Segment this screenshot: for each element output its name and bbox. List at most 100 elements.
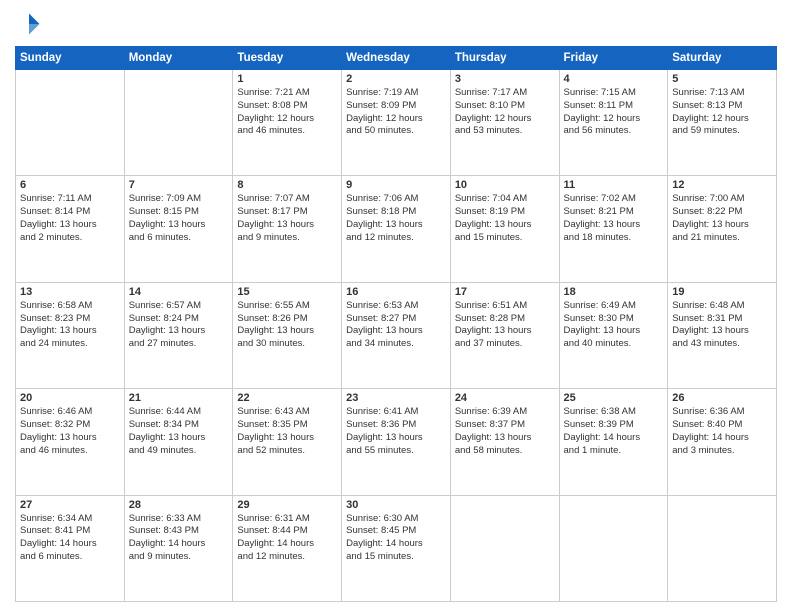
day-number: 13	[20, 286, 120, 298]
calendar-cell: 8Sunrise: 7:07 AMSunset: 8:17 PMDaylight…	[233, 176, 342, 282]
day-number: 16	[346, 286, 446, 298]
calendar-cell	[450, 495, 559, 601]
calendar-cell: 9Sunrise: 7:06 AMSunset: 8:18 PMDaylight…	[342, 176, 451, 282]
day-content: Sunrise: 7:21 AMSunset: 8:08 PMDaylight:…	[237, 87, 337, 138]
calendar-cell: 14 Sunrise: 6:57 AMSunset: 8:24 PMDayligh…	[124, 282, 233, 388]
calendar-cell	[16, 70, 125, 176]
day-content: Sunrise: 7:17 AMSunset: 8:10 PMDaylight:…	[455, 87, 555, 138]
day-number: 15	[237, 286, 337, 298]
day-content: Sunrise: 6:51 AMSunset: 8:28 PMDaylight:…	[455, 300, 555, 351]
day-content: Sunrise: 6:58 AMSunset: 8:23 PMDaylight:…	[20, 300, 120, 351]
day-number: 27	[20, 499, 120, 511]
day-content: Sunrise: 6:34 AMSunset: 8:41 PMDaylight:…	[20, 513, 120, 564]
day-content: Sunrise: 6:57 AMSunset: 8:24 PMDaylight:…	[129, 300, 229, 351]
day-number: 7	[129, 179, 229, 191]
day-number: 12	[672, 179, 772, 191]
day-number: 21	[129, 392, 229, 404]
day-number: 10	[455, 179, 555, 191]
calendar-cell: 17Sunrise: 6:51 AMSunset: 8:28 PMDayligh…	[450, 282, 559, 388]
calendar-header-wednesday: Wednesday	[342, 47, 451, 70]
day-content: Sunrise: 7:02 AMSunset: 8:21 PMDaylight:…	[564, 193, 664, 244]
day-number: 24	[455, 392, 555, 404]
day-number: 29	[237, 499, 337, 511]
calendar-cell: 16 Sunrise: 6:53 AMSunset: 8:27 PMDayligh…	[342, 282, 451, 388]
day-number: 4	[564, 73, 664, 85]
calendar-cell: 15 Sunrise: 6:55 AMSunset: 8:26 PMDayligh…	[233, 282, 342, 388]
day-content: Sunrise: 7:04 AMSunset: 8:19 PMDaylight:…	[455, 193, 555, 244]
day-content: Sunrise: 6:44 AMSunset: 8:34 PMDaylight:…	[129, 406, 229, 457]
day-number: 8	[237, 179, 337, 191]
calendar-cell	[559, 495, 668, 601]
day-number: 5	[672, 73, 772, 85]
calendar-header-monday: Monday	[124, 47, 233, 70]
calendar-cell: 27 Sunrise: 6:34 AMSunset: 8:41 PMDayligh…	[16, 495, 125, 601]
calendar-header-saturday: Saturday	[668, 47, 777, 70]
day-content: Sunrise: 7:09 AMSunset: 8:15 PMDaylight:…	[129, 193, 229, 244]
day-number: 14	[129, 286, 229, 298]
calendar-cell: 22 Sunrise: 6:43 AMSunset: 8:35 PMDayligh…	[233, 389, 342, 495]
calendar-week-3: 13 Sunrise: 6:58 AMSunset: 8:23 PMDayligh…	[16, 282, 777, 388]
calendar-week-4: 20 Sunrise: 6:46 AMSunset: 8:32 PMDayligh…	[16, 389, 777, 495]
calendar-header-row: SundayMondayTuesdayWednesdayThursdayFrid…	[16, 47, 777, 70]
calendar-cell: 25Sunrise: 6:38 AMSunset: 8:39 PMDayligh…	[559, 389, 668, 495]
calendar-cell: 12 Sunrise: 7:00 AMSunset: 8:22 PMDayligh…	[668, 176, 777, 282]
day-number: 20	[20, 392, 120, 404]
day-content: Sunrise: 6:36 AMSunset: 8:40 PMDaylight:…	[672, 406, 772, 457]
day-content: Sunrise: 6:53 AMSunset: 8:27 PMDaylight:…	[346, 300, 446, 351]
day-number: 1	[237, 73, 337, 85]
calendar-cell: 24 Sunrise: 6:39 AMSunset: 8:37 PMDayligh…	[450, 389, 559, 495]
day-content: Sunrise: 6:48 AMSunset: 8:31 PMDaylight:…	[672, 300, 772, 351]
calendar-cell: 1 Sunrise: 7:21 AMSunset: 8:08 PMDaylight…	[233, 70, 342, 176]
day-content: Sunrise: 7:15 AMSunset: 8:11 PMDaylight:…	[564, 87, 664, 138]
calendar-cell: 30 Sunrise: 6:30 AMSunset: 8:45 PMDayligh…	[342, 495, 451, 601]
day-content: Sunrise: 6:41 AMSunset: 8:36 PMDaylight:…	[346, 406, 446, 457]
calendar-cell: 2 Sunrise: 7:19 AMSunset: 8:09 PMDaylight…	[342, 70, 451, 176]
calendar-cell: 13 Sunrise: 6:58 AMSunset: 8:23 PMDayligh…	[16, 282, 125, 388]
logo-icon	[15, 10, 43, 38]
calendar-cell: 5 Sunrise: 7:13 AMSunset: 8:13 PMDaylight…	[668, 70, 777, 176]
calendar-cell	[124, 70, 233, 176]
day-content: Sunrise: 7:11 AMSunset: 8:14 PMDaylight:…	[20, 193, 120, 244]
calendar-cell: 3 Sunrise: 7:17 AMSunset: 8:10 PMDaylight…	[450, 70, 559, 176]
day-number: 18	[564, 286, 664, 298]
header	[15, 10, 777, 38]
calendar-cell: 18 Sunrise: 6:49 AMSunset: 8:30 PMDayligh…	[559, 282, 668, 388]
day-content: Sunrise: 7:13 AMSunset: 8:13 PMDaylight:…	[672, 87, 772, 138]
day-content: Sunrise: 6:46 AMSunset: 8:32 PMDaylight:…	[20, 406, 120, 457]
day-content: Sunrise: 6:39 AMSunset: 8:37 PMDaylight:…	[455, 406, 555, 457]
calendar-cell: 28Sunrise: 6:33 AMSunset: 8:43 PMDayligh…	[124, 495, 233, 601]
day-number: 11	[564, 179, 664, 191]
calendar-cell: 29 Sunrise: 6:31 AMSunset: 8:44 PMDayligh…	[233, 495, 342, 601]
day-content: Sunrise: 6:30 AMSunset: 8:45 PMDaylight:…	[346, 513, 446, 564]
calendar-week-5: 27 Sunrise: 6:34 AMSunset: 8:41 PMDayligh…	[16, 495, 777, 601]
day-number: 3	[455, 73, 555, 85]
calendar-cell: 19 Sunrise: 6:48 AMSunset: 8:31 PMDayligh…	[668, 282, 777, 388]
day-number: 23	[346, 392, 446, 404]
calendar-week-1: 1 Sunrise: 7:21 AMSunset: 8:08 PMDaylight…	[16, 70, 777, 176]
calendar-cell: 10 Sunrise: 7:04 AMSunset: 8:19 PMDayligh…	[450, 176, 559, 282]
calendar-header-thursday: Thursday	[450, 47, 559, 70]
calendar-header-sunday: Sunday	[16, 47, 125, 70]
day-content: Sunrise: 7:00 AMSunset: 8:22 PMDaylight:…	[672, 193, 772, 244]
calendar-cell	[668, 495, 777, 601]
day-content: Sunrise: 6:31 AMSunset: 8:44 PMDaylight:…	[237, 513, 337, 564]
calendar-cell: 6 Sunrise: 7:11 AMSunset: 8:14 PMDaylight…	[16, 176, 125, 282]
calendar-table: SundayMondayTuesdayWednesdayThursdayFrid…	[15, 46, 777, 602]
day-number: 2	[346, 73, 446, 85]
day-number: 6	[20, 179, 120, 191]
day-content: Sunrise: 6:55 AMSunset: 8:26 PMDaylight:…	[237, 300, 337, 351]
day-number: 22	[237, 392, 337, 404]
day-number: 26	[672, 392, 772, 404]
day-content: Sunrise: 6:49 AMSunset: 8:30 PMDaylight:…	[564, 300, 664, 351]
calendar-cell: 20 Sunrise: 6:46 AMSunset: 8:32 PMDayligh…	[16, 389, 125, 495]
day-number: 19	[672, 286, 772, 298]
calendar-cell: 7 Sunrise: 7:09 AMSunset: 8:15 PMDaylight…	[124, 176, 233, 282]
day-content: Sunrise: 7:19 AMSunset: 8:09 PMDaylight:…	[346, 87, 446, 138]
calendar-cell: 11 Sunrise: 7:02 AMSunset: 8:21 PMDayligh…	[559, 176, 668, 282]
calendar-cell: 21 Sunrise: 6:44 AMSunset: 8:34 PMDayligh…	[124, 389, 233, 495]
day-content: Sunrise: 6:43 AMSunset: 8:35 PMDaylight:…	[237, 406, 337, 457]
calendar-cell: 4 Sunrise: 7:15 AMSunset: 8:11 PMDaylight…	[559, 70, 668, 176]
day-number: 25	[564, 392, 664, 404]
day-content: Sunrise: 6:33 AMSunset: 8:43 PMDaylight:…	[129, 513, 229, 564]
day-number: 30	[346, 499, 446, 511]
